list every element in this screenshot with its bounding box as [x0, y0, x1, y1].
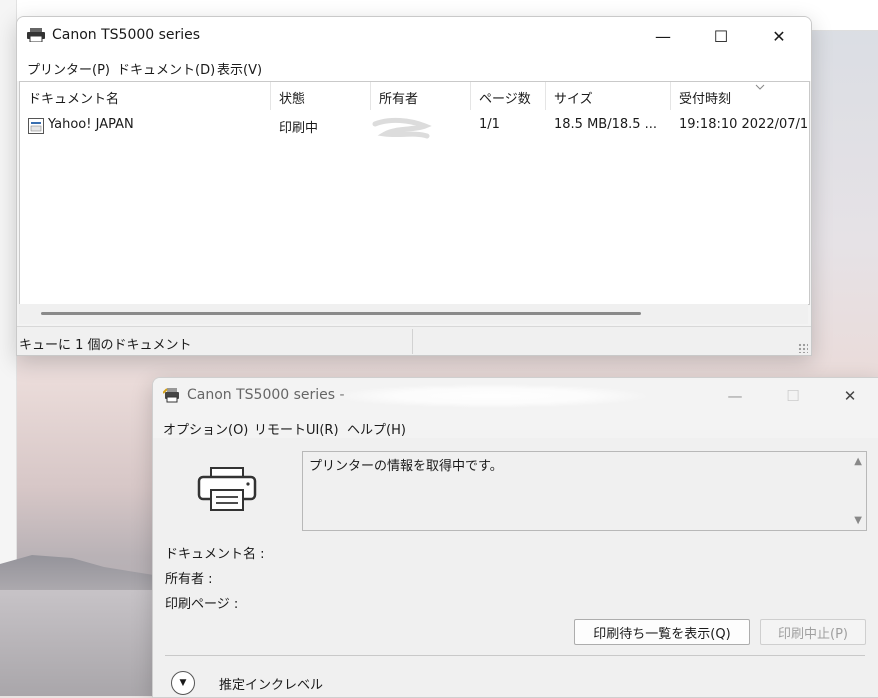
show-queue-button[interactable]: 印刷待ち一覧を表示(Q)	[574, 619, 750, 645]
print-queue-window: Canon TS5000 series — ☐ ✕ プリンター(P) ドキュメン…	[16, 16, 812, 356]
column-received-time[interactable]: 受付時刻	[679, 88, 731, 107]
document-list[interactable]: ドキュメント名 状態 所有者 ページ数 サイズ 受付時刻 Yahoo! JAPA…	[19, 81, 810, 305]
wallpaper-water	[0, 590, 160, 696]
menu-document[interactable]: ドキュメント(D)	[117, 59, 215, 78]
window-title: Canon TS5000 series -	[187, 387, 345, 403]
column-separator[interactable]	[370, 82, 371, 110]
cancel-print-button: 印刷中止(P)	[760, 619, 866, 645]
cell-document-name: Yahoo! JAPAN	[48, 117, 134, 132]
monitor-panel: プリンターの情報を取得中です。 ▲ ▼ ドキュメント名 : 所有者 : 印刷ペー…	[153, 438, 878, 697]
menu-help[interactable]: ヘルプ(H)	[347, 419, 406, 438]
menu-bar: オプション(O) リモートUI(R) ヘルプ(H)	[153, 414, 878, 438]
column-separator[interactable]	[545, 82, 546, 110]
document-icon	[28, 118, 44, 134]
printed-pages-label: 印刷ページ :	[165, 597, 239, 612]
status-bar: キューに 1 個のドキュメント	[17, 326, 811, 355]
status-text: キューに 1 個のドキュメント	[19, 338, 192, 353]
cell-status: 印刷中	[279, 121, 319, 136]
maximize-button: ☐	[786, 387, 800, 405]
minimize-button[interactable]: —	[706, 378, 764, 414]
horizontal-scrollbar[interactable]	[19, 304, 808, 324]
menu-view[interactable]: 表示(V)	[217, 59, 262, 78]
scrollbar-thumb[interactable]	[41, 312, 641, 315]
redacted-title-blur	[331, 384, 651, 408]
title-bar[interactable]: Canon TS5000 series — ☐ ✕	[17, 17, 811, 55]
redacted-owner-scribble	[372, 117, 432, 139]
sort-chevron-icon	[755, 84, 765, 90]
owner-label: 所有者 :	[165, 572, 213, 587]
minimize-button[interactable]: —	[634, 17, 692, 55]
printer-icon	[27, 28, 45, 42]
status-message: プリンターの情報を取得中です。	[309, 459, 503, 474]
ink-level-label: 推定インクレベル	[219, 678, 324, 693]
column-document-name[interactable]: ドキュメント名	[28, 88, 119, 107]
menu-printer[interactable]: プリンター(P)	[27, 59, 110, 78]
menu-bar: プリンター(P) ドキュメント(D) 表示(V)	[17, 55, 811, 81]
column-separator[interactable]	[470, 82, 471, 110]
divider	[165, 655, 865, 656]
column-size[interactable]: サイズ	[554, 88, 593, 107]
expand-chevron-icon[interactable]: ▼	[171, 671, 195, 695]
column-separator[interactable]	[270, 82, 271, 110]
printer-status-icon	[163, 388, 179, 403]
resize-grip-icon[interactable]	[798, 343, 808, 353]
column-owner[interactable]: 所有者	[379, 88, 418, 107]
cell-received-time: 19:18:10 2022/07/13	[679, 117, 810, 132]
status-monitor-window: Canon TS5000 series - — ☐ ✕ オプション(O) リモー…	[152, 377, 878, 698]
printer-icon	[197, 467, 257, 511]
title-bar[interactable]: Canon TS5000 series - — ☐ ✕	[153, 378, 878, 414]
status-message-box[interactable]: プリンターの情報を取得中です。 ▲ ▼	[302, 451, 867, 531]
close-button[interactable]: ✕	[750, 17, 808, 55]
close-button[interactable]: ✕	[821, 378, 878, 414]
cell-size: 18.5 MB/18.5 ...	[554, 117, 658, 132]
scroll-up-icon[interactable]: ▲	[854, 456, 862, 467]
document-name-label: ドキュメント名 :	[165, 547, 265, 562]
column-pages[interactable]: ページ数	[479, 88, 531, 107]
cell-pages: 1/1	[479, 117, 500, 132]
window-title: Canon TS5000 series	[52, 27, 201, 43]
status-separator	[412, 329, 413, 354]
menu-remote-ui[interactable]: リモートUI(R)	[254, 419, 339, 438]
scroll-down-icon[interactable]: ▼	[854, 515, 862, 526]
menu-options[interactable]: オプション(O)	[163, 419, 248, 438]
column-status[interactable]: 状態	[279, 88, 305, 107]
maximize-button[interactable]: ☐	[692, 17, 750, 55]
column-separator[interactable]	[670, 82, 671, 110]
